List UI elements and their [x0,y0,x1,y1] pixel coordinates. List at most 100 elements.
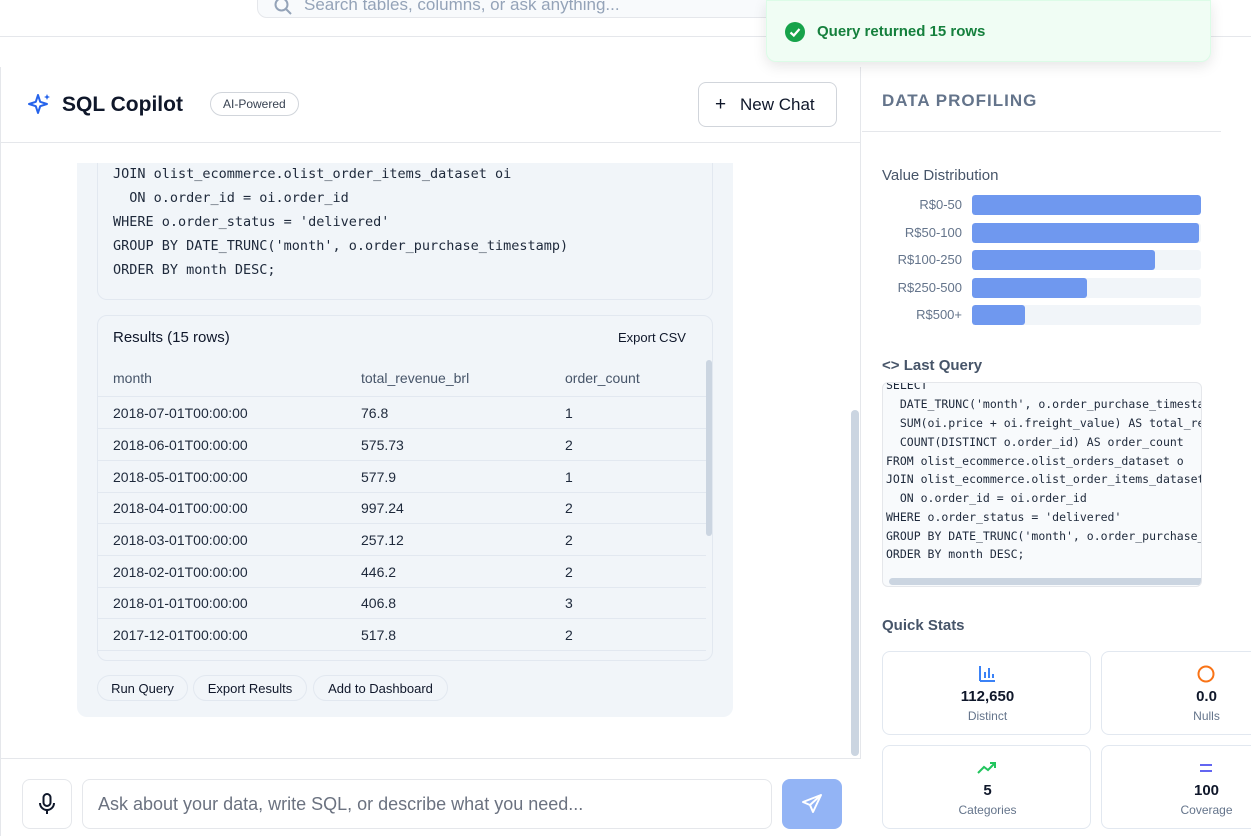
bar-chart-icon [979,666,995,682]
chat-input[interactable] [82,779,772,829]
cell-revenue: 406.8 [361,595,397,611]
table-row[interactable]: 2018-06-01T00:00:00 575.73 2 [98,429,706,461]
cell-month: 2018-06-01T00:00:00 [113,437,248,453]
horizontal-scrollbar[interactable] [889,578,1201,585]
table-row[interactable]: 2018-04-01T00:00:00 997.24 2 [98,492,706,524]
cell-count: 2 [565,627,573,643]
stat-value: 5 [983,782,992,799]
new-chat-label: New Chat [740,95,815,114]
distribution-bar-track [972,305,1201,325]
stat-label: Coverage [1180,803,1233,817]
distribution-bar-track [972,222,1201,243]
table-row[interactable]: 2018-02-01T00:00:00 446.2 2 [98,556,706,588]
cell-revenue: 517.8 [361,627,397,643]
send-icon [802,794,822,813]
column-header[interactable]: order_count [565,370,640,386]
toast-message: Query returned 15 rows [817,23,986,40]
cell-revenue: 577.9 [361,469,397,485]
distribution-bar [972,222,1199,243]
distribution-bar-track [972,277,1201,298]
results-scrollbar[interactable] [706,360,712,536]
profiling-title: DATA PROFILING [882,91,1038,110]
distribution-bar-row: R$50-100 [882,222,1202,243]
new-chat-button[interactable]: + New Chat [698,82,837,127]
trending-up-icon [977,762,996,774]
cell-month: 2018-03-01T00:00:00 [113,532,248,548]
table-row[interactable]: 2018-07-01T00:00:00 76.8 1 [98,397,706,429]
distribution-bar-label: R$0-50 [919,197,962,212]
query-line: DATE_TRUNC('month', o.order_purchase_tim… [886,397,1202,411]
cell-revenue: 257.12 [361,532,404,548]
stat-card-nulls: 0.0 Nulls [1101,651,1251,735]
global-search[interactable]: Search tables, columns, or ask anything.… [257,0,777,18]
sparkles-icon [28,94,50,114]
cell-month: 2018-05-01T00:00:00 [113,469,248,485]
table-row[interactable]: 2018-01-01T00:00:00 406.8 3 [98,587,706,619]
cell-count: 2 [565,437,573,453]
table-row[interactable]: 2018-03-01T00:00:00 257.12 2 [98,524,706,556]
query-line: SELECT [886,382,928,392]
cell-revenue: 997.24 [361,500,404,516]
chat-scrollbar[interactable] [851,410,859,756]
distribution-bar [972,250,1155,270]
stat-value: 112,650 [960,688,1015,705]
query-line: WHERE o.order_status = 'delivered' [886,510,1122,524]
stat-card-coverage: 100 Coverage [1101,745,1251,829]
run-query-button[interactable]: Run Query [97,675,188,701]
divider [862,131,1221,132]
sql-code-block: JOIN olist_ecommerce.olist_order_items_d… [97,163,713,300]
cell-count: 2 [565,532,573,548]
distribution-bar-label: R$250-500 [897,279,962,295]
cell-revenue: 575.73 [361,437,404,453]
export-results-button[interactable]: Export Results [193,675,307,701]
cell-month: 2018-02-01T00:00:00 [113,564,248,580]
distribution-bar-row: R$100-250 [882,250,1202,270]
chat-input-bar [1,758,861,836]
cell-month: 2018-01-01T00:00:00 [113,595,248,611]
stat-card-distinct: 112,650 Distinct [882,651,1091,735]
circle-icon [1197,665,1215,683]
distribution-bar [972,195,1201,215]
app-title: SQL Copilot [62,93,183,116]
sql-line: JOIN olist_ecommerce.olist_order_items_d… [113,166,512,182]
equals-icon [1200,764,1212,772]
results-title: Results (15 rows) [113,329,230,346]
stat-label: Distinct [967,709,1008,723]
query-line: SUM(oi.price + oi.freight_value) AS tota… [886,416,1202,430]
column-header[interactable]: month [113,370,152,386]
table-row[interactable]: 2018-05-01T00:00:00 577.9 1 [98,461,706,493]
check-circle-icon [785,22,805,42]
distribution-bar-label: R$500+ [916,307,962,322]
last-query-title: <> Last Query [882,357,982,374]
send-button[interactable] [782,779,842,829]
cell-month: 2018-07-01T00:00:00 [113,405,248,421]
column-header[interactable]: total_revenue_brl [361,370,469,386]
microphone-button[interactable] [22,779,72,829]
ai-badge: AI-Powered [210,92,299,116]
table-row[interactable]: 2017-12-01T00:00:00 517.8 2 [98,619,706,651]
last-query-code[interactable]: SELECT DATE_TRUNC('month', o.order_purch… [882,382,1202,587]
sql-line: GROUP BY DATE_TRUNC('month', o.order_pur… [113,238,569,254]
distribution-bar-track [972,250,1201,270]
stat-label: Categories [958,803,1017,817]
cell-count: 2 [565,564,573,580]
stat-value: 100 [1193,782,1220,799]
distribution-bar-row: R$0-50 [882,195,1202,215]
add-to-dashboard-button[interactable]: Add to Dashboard [313,675,448,701]
results-table-card: Results (15 rows) Export CSV month total… [97,315,713,661]
chat-header: SQL Copilot AI-Powered + New Chat [1,67,861,143]
chat-panel: SQL Copilot AI-Powered + New Chat JOIN o… [0,67,861,836]
query-line: COUNT(DISTINCT o.order_id) AS order_coun… [886,435,1184,449]
cell-count: 2 [565,500,573,516]
distribution-bar-track [972,195,1201,215]
sql-line: ON o.order_id = oi.order_id [113,190,349,206]
export-csv-button[interactable]: Export CSV [618,330,686,345]
distribution-bar [972,305,1025,325]
query-line: JOIN olist_ecommerce.olist_order_items_d… [886,472,1202,486]
message-area[interactable]: JOIN olist_ecommerce.olist_order_items_d… [1,143,861,758]
plus-icon: + [715,94,727,115]
assistant-message: JOIN olist_ecommerce.olist_order_items_d… [77,163,733,717]
cell-revenue: 76.8 [361,405,389,421]
distribution-bar-label: R$100-250 [897,252,962,267]
query-line: ON o.order_id = oi.order_id [886,491,1087,505]
